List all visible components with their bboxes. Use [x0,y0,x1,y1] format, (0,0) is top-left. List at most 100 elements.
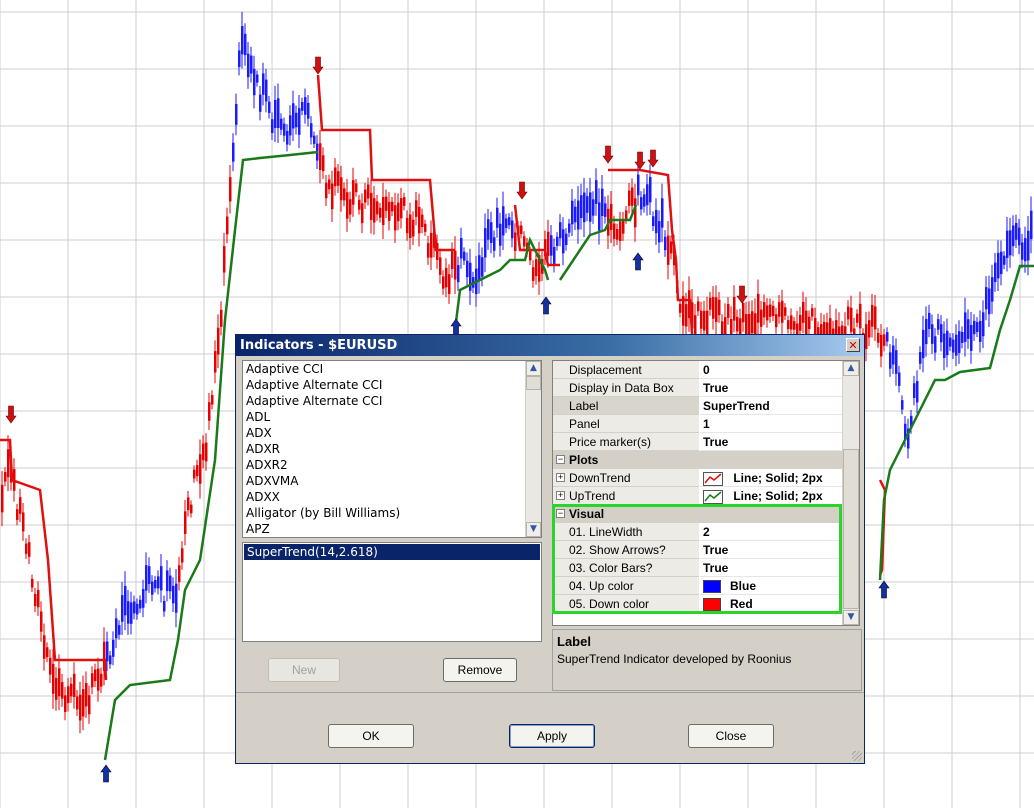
property-grid-scrollbar[interactable]: ▲ ▼ [842,361,859,625]
scroll-thumb[interactable] [843,449,859,609]
category-visual[interactable]: − Visual [553,505,843,523]
list-item[interactable]: ADXR2 [243,457,541,473]
list-item[interactable]: APZ [243,521,541,537]
ok-button[interactable]: OK [328,724,414,748]
property-grid[interactable]: Displacement 0 Display in Data Box True … [552,360,860,626]
price-bar [229,177,232,202]
expand-icon[interactable]: + [556,491,565,500]
price-bar [916,381,919,403]
price-bar [226,216,229,235]
property-row-up-color[interactable]: 04. Up color Blue [553,577,843,595]
list-item[interactable]: Adaptive Alternate CCI [243,393,541,409]
property-row-down-color[interactable]: 05. Down color Red [553,595,843,613]
price-bar [349,199,352,215]
price-bar [790,315,793,330]
property-row-panel[interactable]: Panel 1 [553,415,843,433]
new-button[interactable]: New [268,658,340,682]
category-plots[interactable]: − Plots [553,451,843,469]
price-bar [637,174,640,196]
list-item[interactable]: ADXR [243,441,541,457]
scroll-down-icon[interactable]: ▼ [526,522,541,537]
price-bar [355,183,358,193]
price-bar [199,454,202,484]
price-bar [217,327,220,355]
price-bar [430,232,433,258]
property-value[interactable]: 0 [700,361,843,379]
property-row-linewidth[interactable]: 01. LineWidth 2 [553,523,843,541]
list-item[interactable]: Alligator (by Bill Williams) [243,505,541,521]
scroll-up-icon[interactable]: ▲ [843,361,859,376]
price-bar [874,306,877,330]
price-bar [97,668,100,691]
scroll-thumb[interactable] [526,376,541,390]
collapse-icon[interactable]: − [556,455,565,464]
property-value[interactable]: True [700,541,843,559]
indicator-list[interactable]: Adaptive CCI Adaptive Alternate CCI Adap… [242,360,542,538]
scroll-up-icon[interactable]: ▲ [526,361,541,376]
property-row-uptrend[interactable]: + UpTrend Line; Solid; 2px [553,487,843,505]
price-bar [328,179,331,190]
price-bar [460,237,463,259]
color-swatch [703,580,721,594]
property-row-display-in-data-box[interactable]: Display in Data Box True [553,379,843,397]
price-bar [439,257,442,275]
property-value[interactable]: 1 [700,415,843,433]
sell-arrow-icon [736,285,748,304]
property-value[interactable]: True [700,433,843,451]
remove-button[interactable]: Remove [443,658,517,682]
dialog-title-bar[interactable]: Indicators - $EURUSD ✕ [236,335,864,356]
property-row-downtrend[interactable]: + DownTrend Line; Solid; 2px [553,469,843,487]
supertrend-uptrend-line [453,236,550,331]
property-row-label[interactable]: Label SuperTrend [553,397,843,415]
price-bar [649,176,652,203]
apply-button[interactable]: Apply [509,724,595,748]
property-row-displacement[interactable]: Displacement 0 [553,361,843,379]
expand-icon[interactable]: + [556,473,565,482]
property-value[interactable]: Red [700,595,843,613]
resize-grip-icon[interactable] [852,751,862,761]
property-name: 02. Show Arrows? [553,541,699,559]
property-row-price-markers[interactable]: Price marker(s) True [553,433,843,451]
price-bar [799,314,802,331]
indicator-list-scrollbar[interactable]: ▲ ▼ [525,361,541,537]
list-item[interactable]: ADX [243,425,541,441]
price-bar [733,296,736,321]
price-bar [331,183,334,210]
price-bar [247,53,250,78]
property-value[interactable]: Blue [700,577,843,595]
price-bar [424,223,427,232]
property-value[interactable]: True [700,559,843,577]
price-bar [352,180,355,205]
price-bar [214,351,217,373]
close-icon[interactable]: ✕ [846,338,860,352]
collapse-icon[interactable]: − [556,509,565,518]
price-bar [721,321,724,336]
price-bar [454,250,457,280]
category-title: Visual [569,507,605,521]
property-value[interactable]: True [700,379,843,397]
property-value[interactable]: Line; Solid; 2px [700,487,843,505]
price-bar [865,324,868,349]
scroll-down-icon[interactable]: ▼ [843,610,859,625]
price-bar [379,207,382,218]
price-bar [982,312,985,337]
list-item[interactable]: Adaptive CCI [243,361,541,377]
property-value[interactable]: Line; Solid; 2px [700,469,843,487]
property-value[interactable]: SuperTrend [700,397,843,415]
price-bar [520,225,523,235]
price-bar [382,196,385,226]
list-item[interactable]: Adaptive Alternate CCI [243,377,541,393]
price-bar [295,112,298,128]
list-item[interactable]: SuperTrend(14,2.618) [244,544,540,560]
applied-indicators-list[interactable]: SuperTrend(14,2.618) [242,542,542,642]
price-bar [943,333,946,359]
list-item[interactable]: ADL [243,409,541,425]
list-item[interactable]: ADXX [243,489,541,505]
property-row-color-bars[interactable]: 03. Color Bars? True [553,559,843,577]
price-bar [418,206,421,234]
price-bar [427,243,430,258]
property-row-show-arrows[interactable]: 02. Show Arrows? True [553,541,843,559]
close-button[interactable]: Close [688,724,774,748]
property-value[interactable]: 2 [700,523,843,541]
list-item[interactable]: ADXVMA [243,473,541,489]
